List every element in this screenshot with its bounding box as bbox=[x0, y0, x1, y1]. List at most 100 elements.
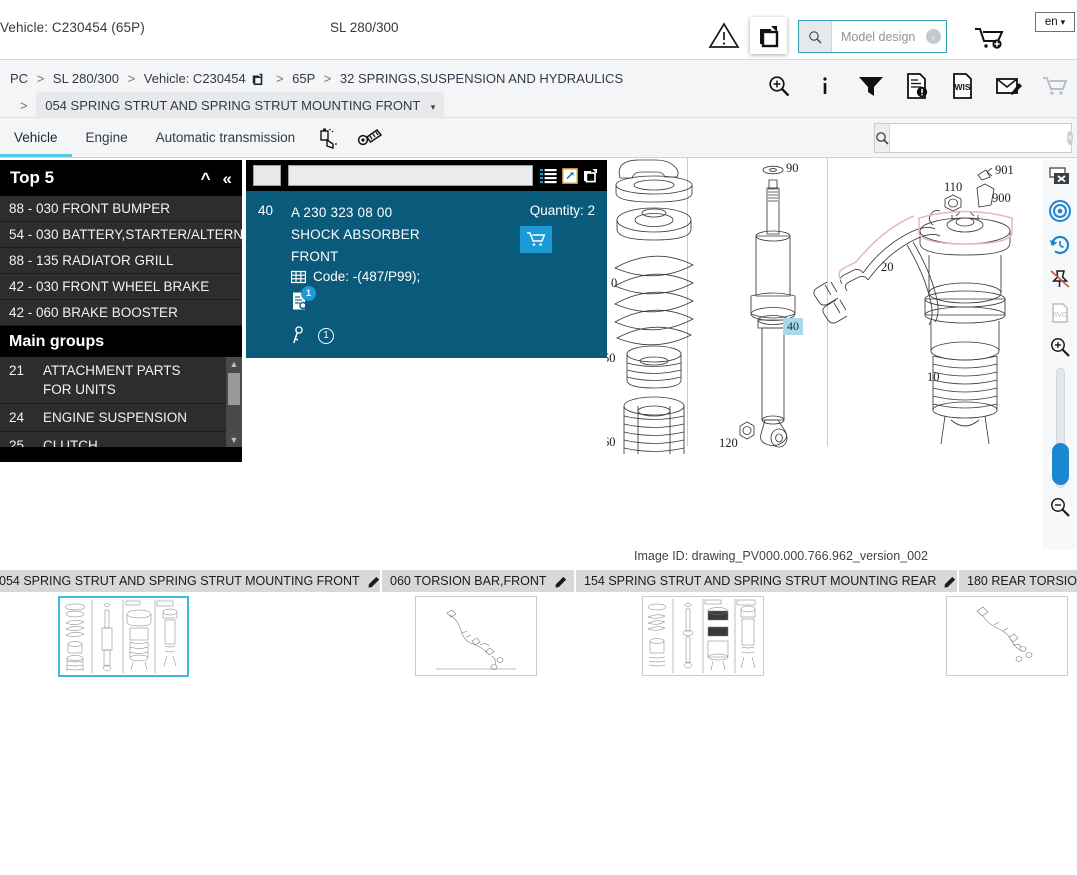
thumbnail-cell-2[interactable] bbox=[572, 592, 953, 682]
cart-add-icon[interactable] bbox=[972, 23, 1010, 53]
model-design-badge[interactable]: ‹ bbox=[926, 29, 941, 44]
main-group-25[interactable]: 25 CLUTCH bbox=[0, 432, 242, 447]
search-icon bbox=[875, 124, 890, 152]
scroll-down-icon[interactable]: ▼ bbox=[226, 433, 242, 447]
thumbnail-0[interactable] bbox=[58, 596, 189, 677]
top5-item-0[interactable]: 88 - 030 FRONT BUMPER bbox=[0, 196, 242, 222]
strip-thumbnails bbox=[0, 592, 1077, 682]
part-panel-corner-box[interactable] bbox=[253, 165, 281, 186]
strip-header-2[interactable]: 154 SPRING STRUT AND SPRING STRUT MOUNTI… bbox=[576, 570, 957, 592]
strip-label-3: 180 REAR TORSION bbox=[967, 574, 1077, 588]
list-view-icon[interactable] bbox=[540, 168, 557, 184]
wis-document-icon[interactable]: WIS bbox=[949, 72, 977, 100]
unpin-icon[interactable] bbox=[1044, 262, 1076, 296]
main-group-21[interactable]: 21 ATTACHMENT PARTS FOR UNITS bbox=[0, 357, 242, 404]
application-window: Vehicle: C230454 (65P) SL 280/300 Model … bbox=[0, 0, 1077, 875]
left-sidebar: Top 5 ^ « 88 - 030 FRONT BUMPER 54 - 030… bbox=[0, 160, 242, 462]
breadcrumb-active-item[interactable]: 054 SPRING STRUT AND SPRING STRUT MOUNTI… bbox=[36, 92, 445, 121]
expand-icon[interactable] bbox=[562, 167, 578, 184]
top5-item-2[interactable]: 88 - 135 RADIATOR GRILL bbox=[0, 248, 242, 274]
drawing-toolbar: SVG bbox=[1043, 160, 1077, 550]
drawing-callout-901: 901 bbox=[995, 163, 1014, 177]
document-alert-icon[interactable] bbox=[903, 72, 931, 100]
zoom-in-icon[interactable] bbox=[1044, 330, 1076, 364]
breadcrumb-item-4[interactable]: 32 SPRINGS,SUSPENSION AND HYDRAULICS bbox=[340, 71, 623, 86]
drawing-callout-50: 50 bbox=[607, 351, 616, 365]
breadcrumb-item-3[interactable]: 65P bbox=[292, 71, 315, 86]
thumbnail-2[interactable] bbox=[642, 596, 764, 676]
chevron-double-left-icon[interactable]: « bbox=[223, 170, 232, 187]
close-window-icon[interactable] bbox=[1044, 160, 1076, 194]
history-undo-icon[interactable] bbox=[1044, 228, 1076, 262]
vehicle-label: Vehicle: C230454 (65P) bbox=[0, 20, 145, 35]
model-label: SL 280/300 bbox=[330, 20, 399, 35]
top5-item-1[interactable]: 54 - 030 BATTERY,STARTER/ALTERNAT... bbox=[0, 222, 242, 248]
strip-header-1[interactable]: 060 TORSION BAR,FRONT bbox=[382, 570, 574, 592]
tab-vehicle[interactable]: Vehicle bbox=[0, 118, 72, 157]
search-input[interactable] bbox=[890, 131, 1067, 145]
thumbnail-1[interactable] bbox=[415, 596, 537, 676]
language-select[interactable]: en ▾ bbox=[1035, 12, 1075, 32]
breadcrumb-separator: > bbox=[323, 71, 332, 86]
drawing-strip: 054 SPRING STRUT AND SPRING STRUT MOUNTI… bbox=[0, 570, 1077, 690]
thumbnail-cell-3[interactable] bbox=[946, 592, 1077, 682]
thumbnail-3[interactable] bbox=[946, 596, 1068, 676]
strip-header-3[interactable]: 180 REAR TORSION bbox=[959, 570, 1077, 592]
breadcrumb-item-1[interactable]: SL 280/300 bbox=[53, 71, 119, 86]
thumbnail-cell-1[interactable] bbox=[380, 592, 572, 682]
breadcrumb-item-2[interactable]: Vehicle: C230454 bbox=[144, 71, 246, 86]
zoom-slider[interactable] bbox=[1052, 368, 1069, 488]
breadcrumb-copy-icon[interactable] bbox=[251, 72, 265, 86]
strip-label-1: 060 TORSION BAR,FRONT bbox=[390, 574, 547, 588]
cart-icon[interactable] bbox=[1041, 72, 1069, 100]
strip-header-0[interactable]: 054 SPRING STRUT AND SPRING STRUT MOUNTI… bbox=[0, 570, 380, 592]
edit-icon[interactable] bbox=[554, 575, 568, 588]
key-icon[interactable] bbox=[291, 326, 306, 345]
scroll-up-icon[interactable]: ▲ bbox=[226, 357, 242, 371]
filter-icon[interactable] bbox=[857, 72, 885, 100]
sidebar-scrollbar[interactable]: ▲ ▼ bbox=[226, 357, 242, 447]
info-icon[interactable] bbox=[811, 72, 839, 100]
edit-icon[interactable] bbox=[368, 575, 381, 588]
thumbnail-cell-0[interactable] bbox=[0, 592, 380, 682]
part-code-label: Code: -(487/P99); bbox=[313, 269, 421, 284]
zoom-in-icon[interactable] bbox=[765, 72, 793, 100]
warning-triangle-icon[interactable] bbox=[708, 21, 740, 49]
technical-drawing[interactable]: 0 50 60 90 120 110 901 900 20 10 40 bbox=[607, 158, 1040, 548]
zoom-slider-handle[interactable] bbox=[1052, 443, 1069, 485]
part-footer-icons: 1 bbox=[291, 326, 595, 345]
part-panel-search-input[interactable] bbox=[288, 165, 533, 186]
copy-icon[interactable] bbox=[583, 168, 600, 184]
scrollbar-thumb[interactable] bbox=[228, 373, 240, 405]
drawing-callout-40-highlighted[interactable]: 40 bbox=[783, 318, 803, 335]
tab-engine[interactable]: Engine bbox=[72, 118, 142, 157]
note-badge[interactable]: 1 bbox=[318, 327, 334, 344]
top5-item-4[interactable]: 42 - 060 BRAKE BOOSTER bbox=[0, 300, 242, 326]
breadcrumb-item-0[interactable]: PC bbox=[10, 71, 28, 86]
main-group-24-label: ENGINE SUSPENSION bbox=[43, 410, 188, 425]
top5-item-3[interactable]: 42 - 030 FRONT WHEEL BRAKE bbox=[0, 274, 242, 300]
drawing-callout-0: 0 bbox=[611, 276, 618, 290]
grid-table-icon[interactable] bbox=[291, 270, 306, 284]
copy-icon[interactable] bbox=[750, 17, 787, 54]
drawing-callout-20: 20 bbox=[881, 260, 894, 274]
model-design-search[interactable]: Model design ‹ bbox=[798, 20, 947, 53]
main-groups-title: Main groups bbox=[0, 326, 242, 357]
tab-automatic-transmission[interactable]: Automatic transmission bbox=[142, 118, 310, 157]
target-focus-icon[interactable] bbox=[1044, 194, 1076, 228]
envelope-edit-icon[interactable] bbox=[995, 72, 1023, 100]
add-to-cart-button[interactable] bbox=[520, 226, 552, 253]
chevron-up-icon[interactable]: ^ bbox=[201, 170, 211, 187]
drawing-callout-110: 110 bbox=[944, 180, 963, 194]
paint-spray-icon[interactable] bbox=[309, 118, 349, 157]
document-search-icon[interactable]: 1 bbox=[291, 286, 316, 313]
zoom-out-icon[interactable] bbox=[1044, 490, 1076, 524]
edit-icon[interactable] bbox=[944, 575, 957, 588]
clear-search-icon[interactable]: × bbox=[1067, 131, 1073, 145]
part-index: 40 bbox=[258, 203, 274, 218]
drawing-callout-900: 900 bbox=[992, 191, 1011, 205]
svg-text:SVG: SVG bbox=[1053, 312, 1068, 319]
part-search[interactable]: × bbox=[874, 123, 1073, 153]
main-group-24[interactable]: 24 ENGINE SUSPENSION bbox=[0, 404, 242, 432]
bolt-fastener-icon[interactable] bbox=[349, 118, 391, 157]
